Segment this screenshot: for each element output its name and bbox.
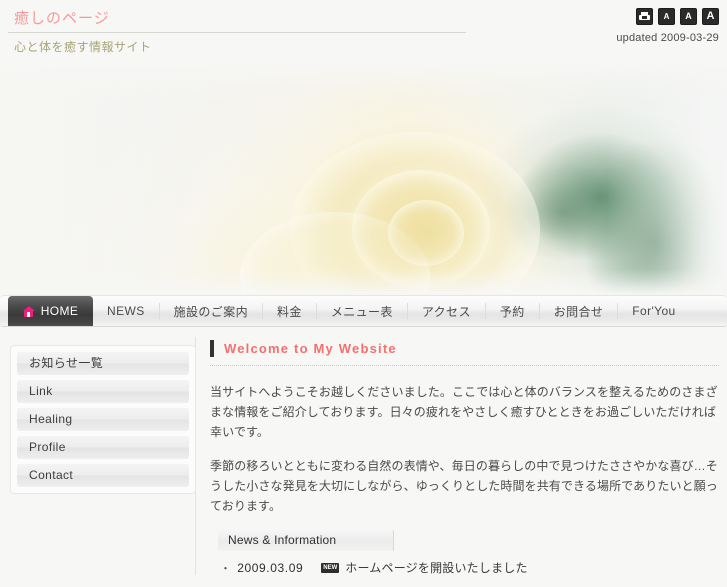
news-list-item[interactable]: ・ 2009.03.09 NEW ホームページを開設いたしました bbox=[210, 559, 719, 576]
sidebar-item-healing-label: Healing bbox=[29, 412, 73, 426]
sidebar-menu-box: お知らせ一覧 Link Healing Profile Contact bbox=[10, 345, 196, 494]
nav-item-home[interactable]: HOME bbox=[8, 296, 93, 326]
sidebar-item-healing[interactable]: Healing bbox=[17, 408, 189, 431]
nav-item-foryou-label: For'You bbox=[632, 304, 676, 318]
sidebar-item-link-label: Link bbox=[29, 384, 53, 398]
main-navigation: HOME NEWS 施設のご案内 料金 メニュー表 アクセス 予約 お問合せ F… bbox=[0, 295, 727, 327]
news-section-heading: News & Information bbox=[218, 530, 394, 551]
sidebar-item-contact-label: Contact bbox=[29, 468, 74, 482]
content-area: お知らせ一覧 Link Healing Profile Contact Welc… bbox=[0, 327, 727, 587]
page-root: 癒しのページ 心と体を癒す情報サイト A A A updated 2009-03… bbox=[0, 0, 727, 575]
nav-item-foryou[interactable]: For'You bbox=[618, 296, 689, 326]
text-size-medium-label: A bbox=[685, 11, 692, 21]
hero-banner bbox=[0, 62, 727, 295]
heading-dotted-divider bbox=[210, 365, 719, 366]
nav-item-access[interactable]: アクセス bbox=[408, 296, 485, 326]
home-icon bbox=[22, 305, 35, 317]
sidebar: お知らせ一覧 Link Healing Profile Contact bbox=[0, 337, 196, 575]
text-size-small-label: A bbox=[663, 11, 670, 21]
sidebar-item-profile[interactable]: Profile bbox=[17, 436, 189, 459]
nav-item-contact[interactable]: お問合せ bbox=[540, 296, 618, 326]
main-column: Welcome to My Website 当サイトへようこそお越しくださいまし… bbox=[196, 337, 727, 587]
nav-item-contact-label: お問合せ bbox=[553, 304, 604, 319]
intro-paragraph-1: 当サイトへようこそお越しくださいました。ここでは心と体のバランスを整えるためのさ… bbox=[210, 385, 718, 439]
sidebar-item-news-list-label: お知らせ一覧 bbox=[29, 356, 104, 370]
text-size-small-button[interactable]: A bbox=[658, 8, 675, 25]
nav-item-menu-label: メニュー表 bbox=[330, 304, 393, 319]
print-button[interactable] bbox=[636, 8, 653, 25]
nav-item-facilities-label: 施設のご案内 bbox=[173, 304, 249, 319]
top-header: 癒しのページ 心と体を癒す情報サイト A A A updated 2009-03… bbox=[0, 0, 727, 62]
nav-item-access-label: アクセス bbox=[421, 304, 471, 319]
new-badge-icon: NEW bbox=[321, 562, 340, 573]
sidebar-item-link[interactable]: Link bbox=[17, 380, 189, 403]
site-subtitle: 心と体を癒す情報サイト bbox=[14, 40, 152, 54]
sidebar-item-contact[interactable]: Contact bbox=[17, 464, 189, 487]
text-size-large-label: A bbox=[706, 10, 715, 22]
nav-item-reservation-label: 予約 bbox=[499, 304, 525, 319]
utility-buttons: A A A bbox=[616, 8, 719, 25]
text-size-large-button[interactable]: A bbox=[702, 8, 719, 25]
hero-fade-top bbox=[0, 62, 727, 102]
nav-item-reservation[interactable]: 予約 bbox=[486, 296, 539, 326]
nav-item-facilities[interactable]: 施設のご案内 bbox=[160, 296, 262, 326]
site-title: 癒しのページ bbox=[14, 10, 110, 27]
welcome-header: Welcome to My Website bbox=[210, 337, 719, 365]
nav-item-news[interactable]: NEWS bbox=[93, 296, 159, 326]
nav-item-news-label: NEWS bbox=[107, 304, 145, 318]
nav-item-menu[interactable]: メニュー表 bbox=[317, 296, 407, 326]
intro-paragraph-2: 季節の移ろいとともに変わる自然の表情や、毎日の暮らしの中で見つけたささやかな喜び… bbox=[210, 459, 718, 513]
nav-item-pricing-label: 料金 bbox=[277, 304, 302, 319]
news-bullet-icon: ・ bbox=[220, 562, 232, 575]
news-item-text[interactable]: ホームページを開設いたしました bbox=[345, 559, 527, 576]
nav-item-home-label: HOME bbox=[40, 304, 79, 318]
printer-icon bbox=[639, 12, 650, 21]
utility-area: A A A updated 2009-03-29 bbox=[616, 8, 719, 44]
site-identity: 癒しのページ 心と体を癒す情報サイト bbox=[8, 8, 468, 55]
sidebar-item-profile-label: Profile bbox=[29, 440, 66, 454]
last-updated-label: updated 2009-03-29 bbox=[616, 32, 719, 44]
nav-item-pricing[interactable]: 料金 bbox=[263, 296, 316, 326]
news-item-date: 2009.03.09 bbox=[237, 560, 304, 575]
sidebar-item-news-list[interactable]: お知らせ一覧 bbox=[17, 352, 189, 375]
text-size-medium-button[interactable]: A bbox=[680, 8, 697, 25]
hero-fade-bottom bbox=[0, 269, 727, 295]
page-title: Welcome to My Website bbox=[224, 341, 397, 356]
heading-accent-bar bbox=[210, 340, 214, 357]
